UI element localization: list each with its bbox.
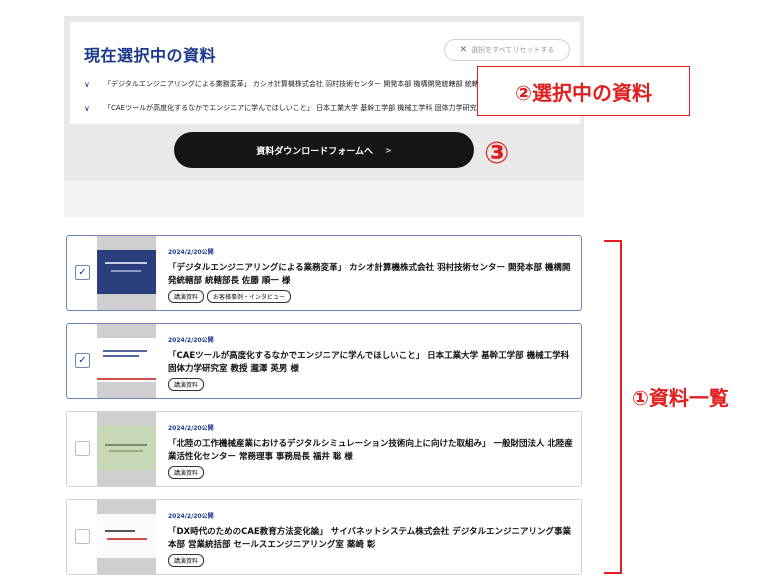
check-icon: ✓ <box>78 266 87 278</box>
chevron-down-icon: ∨ <box>84 79 90 89</box>
tag-badge: 講演資料 <box>168 378 205 391</box>
document-title[interactable]: 「CAEツールが高度化するなかでエンジニアに学んでほしいこと」 日本工業大学 基… <box>168 350 573 376</box>
tag-badge: 講演資料 <box>168 466 205 479</box>
selected-documents-title: 現在選択中の資料 <box>84 46 217 65</box>
document-thumbnail <box>97 236 156 310</box>
download-form-button[interactable]: 資料ダウンロードフォームへ > <box>174 132 474 168</box>
document-date: 2024/2/20公開 <box>168 249 214 256</box>
section-divider <box>64 181 584 217</box>
selected-item-text: 「デジタルエンジニアリングによる業務変革」 カシオ計算機株式会社 羽村技術センタ… <box>104 80 526 88</box>
document-tags: 講演資料 <box>168 378 205 391</box>
document-title[interactable]: 「デジタルエンジニアリングによる業務変革」 カシオ計算機株式会社 羽村技術センタ… <box>168 262 573 288</box>
document-title[interactable]: 「北陸の工作機械産業におけるデジタルシミュレーション技術向上に向けた取組み」 一… <box>168 438 573 464</box>
document-title[interactable]: 「DX時代のためのCAE教育方法変化論」 サイバネットシステム株式会社 デジタル… <box>168 526 573 552</box>
document-checkbox[interactable] <box>75 529 90 544</box>
download-form-label: 資料ダウンロードフォームへ <box>256 146 374 157</box>
document-card[interactable]: 2024/2/20公開 「北陸の工作機械産業におけるデジタルシミュレーション技術… <box>66 411 582 487</box>
annotation-document-list: ①資料一覧 <box>632 386 729 410</box>
document-tags: 講演資料 <box>168 466 205 479</box>
document-thumbnail <box>97 412 156 486</box>
annotation-download-button: ③ <box>484 136 510 171</box>
document-tags: 講演資料 <box>168 554 205 567</box>
document-card[interactable]: ✓ 2024/2/20公開 「デジタルエンジニアリングによる業務変革」 カシオ計… <box>66 235 582 311</box>
document-date: 2024/2/20公開 <box>168 337 214 344</box>
document-checkbox[interactable]: ✓ <box>75 265 90 280</box>
document-thumbnail <box>97 324 156 398</box>
check-icon: ✓ <box>78 354 87 366</box>
chevron-right-icon: > <box>385 145 392 155</box>
document-checkbox[interactable]: ✓ <box>75 353 90 368</box>
document-card[interactable]: 2024/2/20公開 「DX時代のためのCAE教育方法変化論」 サイバネットシ… <box>66 499 582 575</box>
document-date: 2024/2/20公開 <box>168 513 214 520</box>
annotation-bracket <box>604 240 622 574</box>
close-icon: ✕ <box>459 45 468 55</box>
document-thumbnail <box>97 500 156 574</box>
document-tags: 講演資料 お客様事例・インタビュー <box>168 290 292 303</box>
annotation-selected-documents: ②選択中の資料 <box>477 66 690 116</box>
reset-selection-label: 選択をすべてリセットする <box>471 46 555 54</box>
reset-selection-button[interactable]: ✕ 選択をすべてリセットする <box>444 39 570 61</box>
tag-badge: 講演資料 <box>168 554 205 567</box>
document-checkbox[interactable] <box>75 441 90 456</box>
tag-badge: お客様事例・インタビュー <box>207 290 292 303</box>
chevron-down-icon: ∨ <box>84 103 90 113</box>
tag-badge: 講演資料 <box>168 290 205 303</box>
document-date: 2024/2/20公開 <box>168 425 214 432</box>
selected-item-text: 「CAEツールが高度化するなかでエンジニアに学んでほしいこと」 日本工業大学 基… <box>104 104 526 112</box>
document-card[interactable]: ✓ 2024/2/20公開 「CAEツールが高度化するなかでエンジニアに学んでほ… <box>66 323 582 399</box>
